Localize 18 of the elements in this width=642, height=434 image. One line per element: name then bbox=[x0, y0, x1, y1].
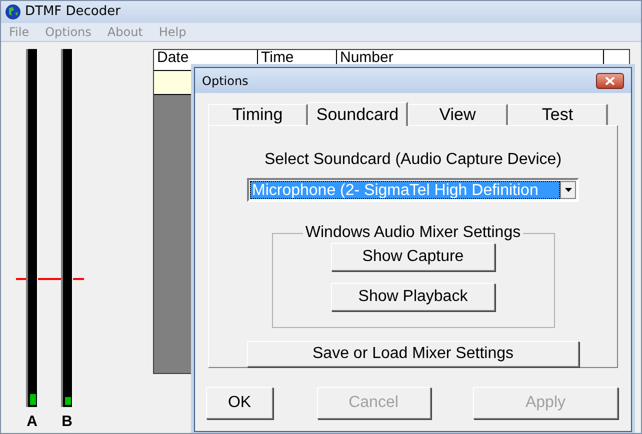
dialog-button[interactable]: OK bbox=[206, 387, 273, 419]
tab[interactable]: Test bbox=[508, 104, 608, 125]
device-label: Select Soundcard (Audio Capture Device) bbox=[264, 150, 562, 170]
mixer-button[interactable]: Show Capture bbox=[331, 243, 495, 271]
save-load-button[interactable]: Save or Load Mixer Settings bbox=[247, 340, 579, 367]
dropdown-arrow-icon bbox=[564, 188, 572, 192]
channel-label: B bbox=[62, 412, 72, 432]
close-icon bbox=[605, 76, 615, 84]
channel-label: A bbox=[26, 412, 38, 432]
tab[interactable]: Soundcard bbox=[308, 102, 408, 126]
mixer-button[interactable]: Show Playback bbox=[331, 283, 495, 311]
tab[interactable]: Timing bbox=[208, 104, 308, 125]
close-button[interactable] bbox=[596, 72, 624, 88]
window-title: DTMF Decoder bbox=[25, 3, 120, 21]
dialog-title: Options bbox=[202, 72, 248, 90]
tab[interactable]: View bbox=[408, 104, 508, 125]
group-title: Windows Audio Mixer Settings bbox=[303, 224, 523, 242]
globe-icon bbox=[5, 4, 21, 20]
